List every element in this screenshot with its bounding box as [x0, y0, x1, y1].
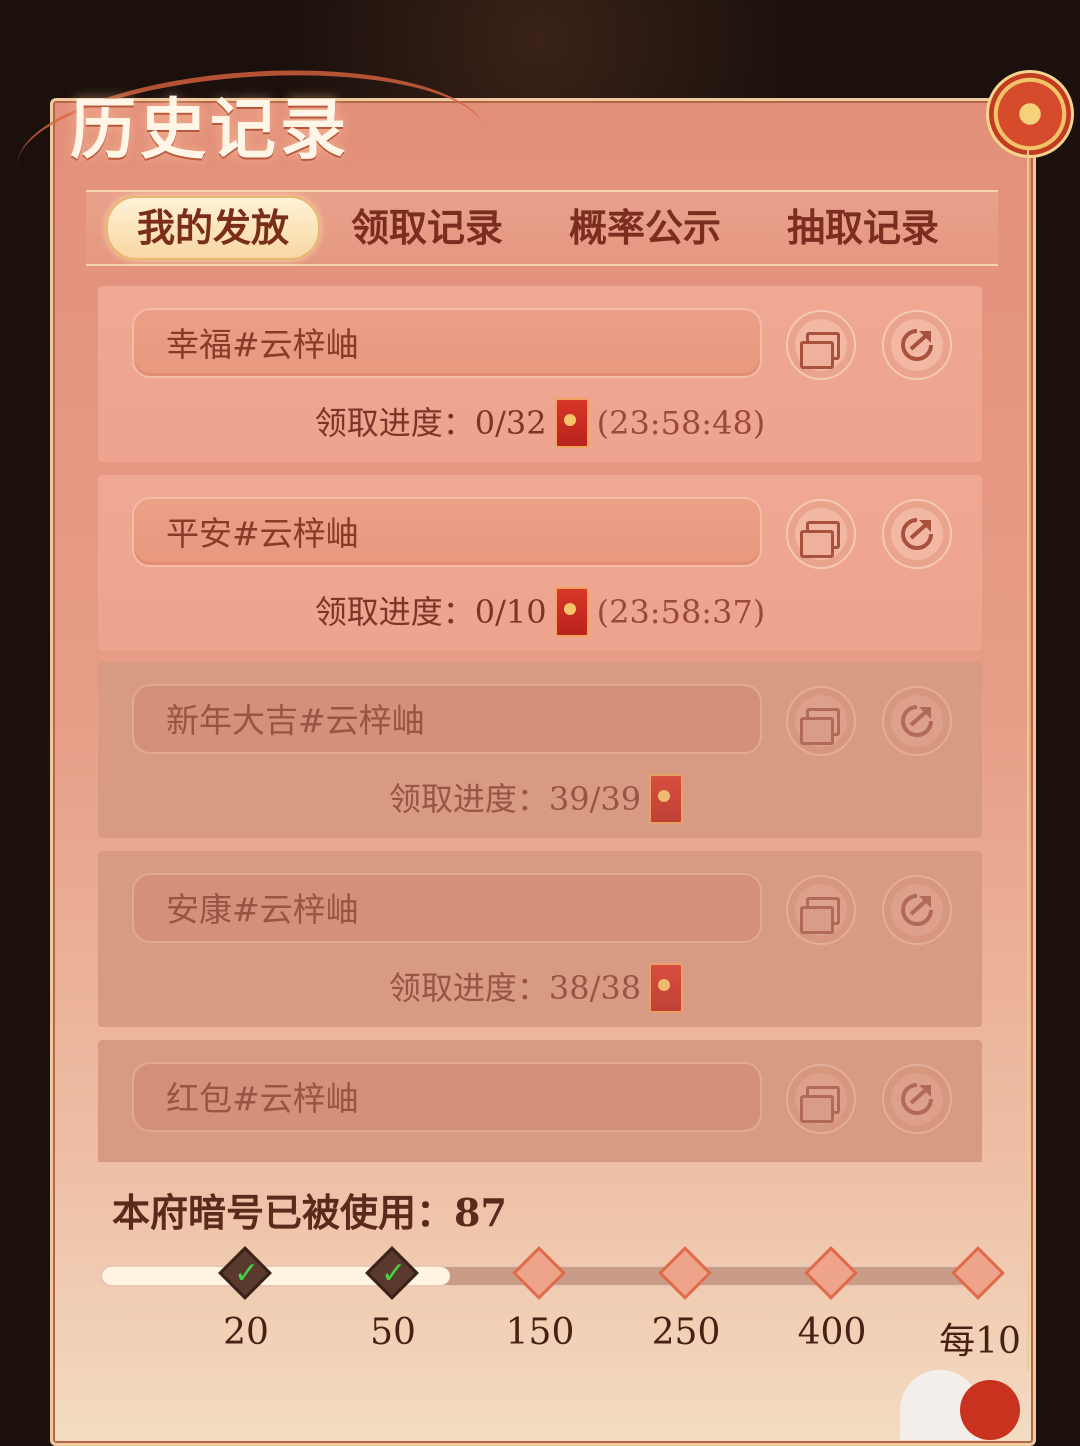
copy-icon: [800, 897, 840, 934]
record-name: 红包#云梓岫: [132, 1062, 762, 1132]
progress-label: 领取进度：: [314, 404, 475, 442]
share-button[interactable]: [882, 875, 952, 945]
milestone-label: 400: [797, 1312, 867, 1353]
record-card: 红包#云梓岫: [98, 1040, 982, 1162]
milestone-400[interactable]: [804, 1246, 858, 1300]
milestone-label: 150: [505, 1312, 575, 1353]
record-name: 幸福#云梓岫: [132, 308, 762, 378]
copy-icon: [800, 708, 840, 745]
progress-label: 领取进度：: [388, 969, 549, 1007]
share-icon: [901, 894, 933, 926]
progress-label: 领取进度：: [314, 593, 475, 631]
tab-received-records[interactable]: 领取记录: [322, 192, 532, 264]
record-list[interactable]: 幸福#云梓岫 领取进度：0/32 (23:58:48) 平安#云梓岫 领取进度：0…: [98, 286, 982, 1162]
red-packet-icon: [649, 773, 684, 824]
share-button[interactable]: [882, 499, 952, 569]
red-packet-icon: [649, 962, 684, 1013]
progress-value: 0/32: [474, 404, 547, 442]
lantern-emblem-icon: [986, 70, 1074, 158]
share-icon: [901, 1083, 933, 1115]
record-card: 新年大吉#云梓岫 领取进度：39/39: [98, 662, 982, 838]
check-icon: ✓: [381, 1256, 407, 1291]
milestone-250[interactable]: [658, 1246, 712, 1300]
page-title: 历史记录: [70, 90, 350, 168]
tab-bar: 我的发放 领取记录 概率公示 抽取记录: [86, 190, 998, 266]
lucky-bag-icon: [960, 1380, 1020, 1440]
record-name: 安康#云梓岫: [132, 873, 762, 943]
record-name: 新年大吉#云梓岫: [132, 684, 762, 754]
milestone-label: 20: [223, 1312, 269, 1353]
passcode-usage-count: 本府暗号已被使用：87: [112, 1190, 507, 1235]
countdown-timer: (23:58:48): [596, 404, 766, 442]
claim-progress: 领取进度：0/10 (23:58:37): [98, 586, 982, 637]
tab-draw-records[interactable]: 抽取记录: [758, 192, 968, 264]
red-packet-icon: [554, 397, 589, 448]
check-icon: ✓: [234, 1256, 260, 1291]
milestone-label: 250: [651, 1312, 721, 1353]
copy-icon: [800, 1086, 840, 1123]
tab-probability[interactable]: 概率公示: [540, 192, 750, 264]
milestone-150[interactable]: [512, 1246, 566, 1300]
share-icon: [901, 705, 933, 737]
milestone-badge-icon: [512, 1246, 566, 1300]
record-card: 安康#云梓岫 领取进度：38/38: [98, 851, 982, 1027]
progress-value: 39/39: [548, 780, 642, 818]
progress-value: 0/10: [474, 593, 547, 631]
share-button[interactable]: [882, 686, 952, 756]
copy-icon: [800, 521, 840, 558]
milestone-label: 每10: [939, 1321, 1021, 1362]
countdown-timer: (23:58:37): [596, 593, 766, 631]
milestone-badge-icon: [804, 1246, 858, 1300]
record-card: 平安#云梓岫 领取进度：0/10 (23:58:37): [98, 475, 982, 651]
claim-progress: 领取进度：38/38: [98, 962, 982, 1013]
milestone-20[interactable]: ✓: [218, 1246, 272, 1300]
copy-button[interactable]: [786, 686, 856, 756]
tab-my-sent[interactable]: 我的发放: [106, 196, 320, 260]
milestone-badge-icon: [658, 1246, 712, 1300]
copy-icon: [800, 332, 840, 369]
milestone-badge-icon: [951, 1246, 1005, 1300]
share-button[interactable]: [882, 310, 952, 380]
milestone-50[interactable]: ✓: [365, 1246, 419, 1300]
milestone-label: 50: [370, 1312, 416, 1353]
share-button[interactable]: [882, 1064, 952, 1134]
copy-button[interactable]: [786, 1064, 856, 1134]
copy-button[interactable]: [786, 875, 856, 945]
share-icon: [901, 329, 933, 361]
emblem-string: [1027, 150, 1029, 1370]
record-card: 幸福#云梓岫 领取进度：0/32 (23:58:48): [98, 286, 982, 462]
copy-button[interactable]: [786, 499, 856, 569]
red-packet-icon: [554, 586, 589, 637]
progress-value: 38/38: [548, 969, 642, 1007]
copy-button[interactable]: [786, 310, 856, 380]
record-name: 平安#云梓岫: [132, 497, 762, 567]
claim-progress: 领取进度：39/39: [98, 773, 982, 824]
progress-label: 领取进度：: [388, 780, 549, 818]
claim-progress: 领取进度：0/32 (23:58:48): [98, 397, 982, 448]
share-icon: [901, 518, 933, 550]
milestone-every-10[interactable]: [951, 1246, 1005, 1300]
